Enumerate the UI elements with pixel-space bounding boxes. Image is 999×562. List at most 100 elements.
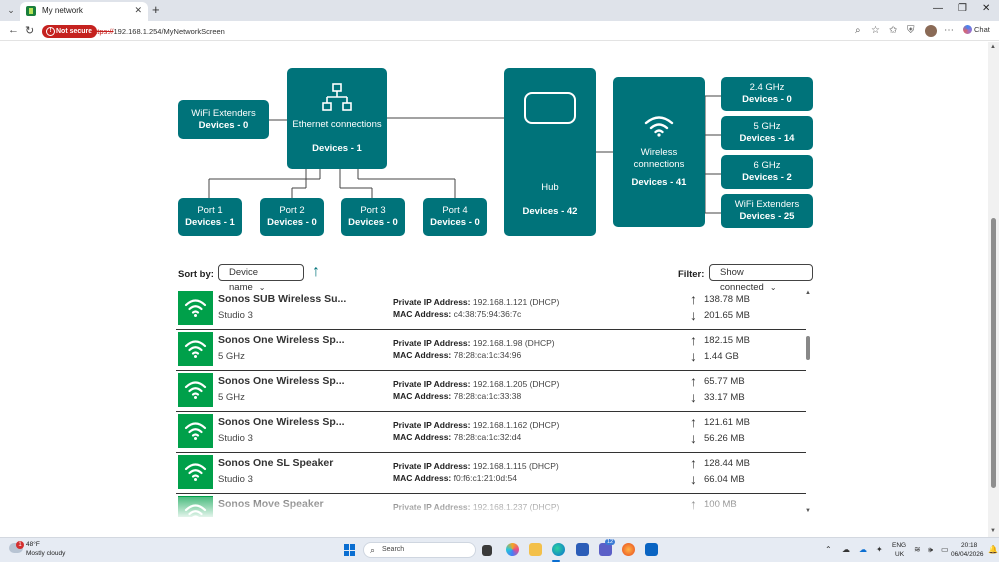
port-1-node[interactable]: Port 1 Devices - 1	[178, 198, 242, 236]
maximize-icon[interactable]: ❐	[958, 3, 967, 14]
band-5ghz-node[interactable]: 5 GHz Devices - 14	[721, 116, 813, 150]
download-usage: 201.65 MB	[690, 309, 750, 321]
close-tab-icon[interactable]: ✕	[134, 5, 142, 16]
clock-date[interactable]: 06/04/2026	[951, 551, 984, 558]
favorites-icon[interactable]: ✩	[889, 25, 897, 36]
minimize-icon[interactable]: —	[933, 3, 943, 14]
node-label: Wireless connections	[633, 147, 685, 170]
windows-start-icon[interactable]	[344, 544, 356, 556]
taskbar-search[interactable]: Search	[363, 542, 476, 558]
page-scroll-thumb[interactable]	[991, 218, 996, 488]
browser-tab-strip: ⌄ My network ✕ + — ❐ ✕	[0, 0, 999, 21]
page-scrollbar[interactable]: ▲ ▼	[988, 42, 999, 537]
node-count: Devices - 1	[312, 142, 362, 154]
file-explorer-icon[interactable]	[529, 543, 542, 556]
wifi-extenders-left-node[interactable]: WiFi Extenders Devices - 0	[178, 100, 269, 139]
device-ip: Private IP Address: 192.168.1.162 (DHCP)	[393, 420, 559, 430]
copilot-icon[interactable]	[506, 543, 519, 556]
profile-avatar[interactable]	[925, 25, 937, 37]
tray-overflow-icon[interactable]: ⌃	[825, 545, 832, 554]
device-row[interactable]: Sonos SUB Wireless Su... Studio 3 Private …	[176, 289, 806, 330]
device-ip: Private IP Address: 192.168.1.115 (DHCP)	[393, 461, 559, 471]
more-menu-icon[interactable]: ⋯	[944, 25, 954, 36]
band-6ghz-node[interactable]: 6 GHz Devices - 2	[721, 155, 813, 189]
volume-icon[interactable]: 🕪	[928, 545, 933, 555]
sort-ascending-icon[interactable]: ↑	[312, 264, 320, 280]
onedrive-icon[interactable]: ☁	[859, 545, 867, 554]
device-row[interactable]: Sonos One SL Speaker Studio 3 Private IP A…	[176, 453, 806, 494]
input-region[interactable]: UK	[895, 551, 904, 558]
page-scroll-down-icon[interactable]: ▼	[990, 528, 996, 534]
ip-value: 192.168.1.162 (DHCP)	[472, 420, 560, 430]
node-label: Port 2	[279, 205, 305, 216]
wifi-extenders-right-node[interactable]: WiFi Extenders Devices - 25	[721, 194, 813, 228]
connection-lines	[208, 95, 721, 214]
security-indicator[interactable]: Not secure	[42, 25, 98, 38]
firefox-icon[interactable]	[622, 543, 635, 556]
onedrive-cloud-icon[interactable]: ☁	[842, 545, 850, 554]
weather-temperature[interactable]: 48°F	[26, 541, 40, 548]
wifi-device-icon	[178, 332, 213, 366]
device-name: Sonos One Wireless Sp...	[218, 375, 345, 387]
url-field[interactable]: https://192.168.1.254/MyNetworkScreen	[91, 27, 225, 36]
battery-icon[interactable]: ▭	[941, 545, 949, 554]
device-mac: MAC Address: 78:28:ca:1c:34:96	[393, 350, 521, 360]
tab-list-icon[interactable]: ⌄	[4, 3, 18, 17]
scroll-down-icon[interactable]: ▼	[805, 508, 811, 514]
download-usage: 1.44 GB	[690, 350, 739, 362]
notifications-icon[interactable]: 🔔	[988, 545, 998, 554]
upload-usage: 121.61 MB	[690, 416, 750, 428]
port-4-node[interactable]: Port 4 Devices - 0	[423, 198, 487, 236]
node-label: Port 4	[442, 205, 468, 216]
scroll-up-icon[interactable]: ▲	[805, 290, 811, 296]
hub-node[interactable]: Hub Devices - 42	[504, 68, 596, 236]
port-2-node[interactable]: Port 2 Devices - 0	[260, 198, 324, 236]
store-icon[interactable]	[576, 543, 589, 556]
wireless-connections-node[interactable]: Wireless connections Devices - 41	[613, 77, 705, 227]
node-count: Devices - 0	[742, 94, 792, 105]
device-row[interactable]: Sonos One Wireless Sp... 5 GHz Private IP …	[176, 330, 806, 371]
clock-time[interactable]: 20:18	[961, 542, 977, 549]
new-tab-icon[interactable]: +	[152, 2, 160, 17]
shield-icon[interactable]: ⛨	[907, 25, 915, 36]
device-connection: Studio 3	[218, 310, 253, 321]
close-window-icon[interactable]: ✕	[982, 3, 990, 14]
node-count: Devices - 1	[185, 217, 235, 228]
ethernet-connections-node[interactable]: Ethernet connections Devices - 1	[287, 68, 387, 169]
node-label: WiFi Extenders	[191, 107, 256, 119]
node-label: Port 3	[360, 205, 386, 216]
zoom-icon[interactable]: ⌕	[855, 25, 861, 36]
weather-badge: 1	[16, 541, 24, 549]
device-row[interactable]: Sonos One Wireless Sp... 5 GHz Private IP …	[176, 371, 806, 412]
band-2-4ghz-node[interactable]: 2.4 GHz Devices - 0	[721, 77, 813, 111]
reload-icon[interactable]: ↻	[25, 24, 34, 37]
node-count: Devices - 0	[198, 119, 249, 131]
scroll-thumb[interactable]	[806, 336, 810, 360]
device-list-scrollbar[interactable]: ▲ ▼	[805, 290, 811, 516]
task-view-icon[interactable]	[482, 545, 492, 556]
page-scroll-up-icon[interactable]: ▲	[990, 44, 996, 50]
node-count: Devices - 2	[742, 172, 792, 183]
ethernet-network-icon	[322, 82, 352, 111]
upload-usage: 182.15 MB	[690, 334, 750, 346]
device-row[interactable]: Sonos One Wireless Sp... Studio 3 Private …	[176, 412, 806, 453]
outlook-icon[interactable]	[645, 543, 658, 556]
filter-dropdown[interactable]: Show connected ⌄	[709, 264, 813, 293]
wifi-status-icon[interactable]: ≋	[914, 545, 921, 554]
node-label: Hub	[541, 182, 559, 193]
weather-description[interactable]: Mostly cloudy	[26, 550, 65, 557]
browser-tab[interactable]: My network ✕	[20, 2, 148, 21]
input-language[interactable]: ENG	[892, 542, 906, 549]
site-favicon-icon	[26, 6, 36, 16]
tray-app-icon[interactable]: ✦	[876, 545, 883, 554]
sort-dropdown[interactable]: Device name ⌄	[218, 264, 304, 293]
chat-button[interactable]: Chat	[963, 25, 990, 34]
wifi-device-icon	[178, 291, 213, 325]
port-3-node[interactable]: Port 3 Devices - 0	[341, 198, 405, 236]
back-icon[interactable]: ←	[8, 24, 19, 36]
edge-browser-icon[interactable]	[552, 543, 565, 556]
node-label: Ethernet connections	[292, 118, 382, 130]
mac-label: MAC Address:	[393, 391, 452, 401]
bookmark-star-icon[interactable]: ☆	[871, 25, 880, 36]
device-name: Sonos One SL Speaker	[218, 457, 334, 469]
